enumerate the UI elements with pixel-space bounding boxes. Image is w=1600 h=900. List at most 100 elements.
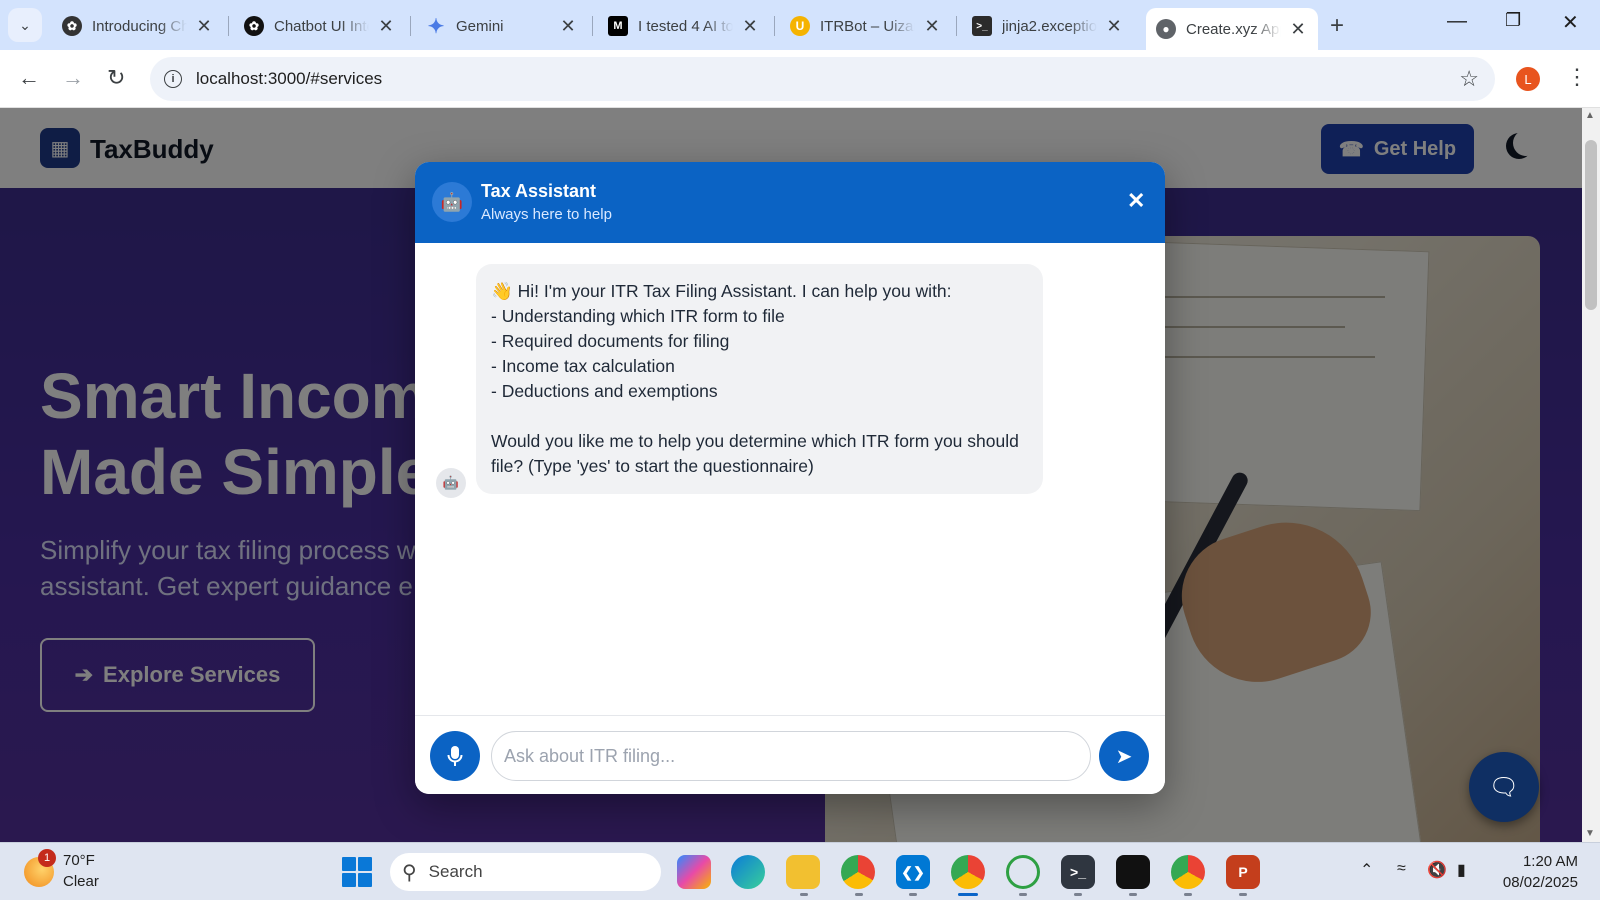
tab-divider [774,16,775,36]
uizard-icon: U [790,16,810,36]
speaker-muted-icon[interactable]: 🔇 [1427,860,1447,880]
bookmark-star-icon[interactable]: ☆ [1459,66,1479,92]
back-arrow-icon[interactable]: ← [18,65,40,91]
reload-icon[interactable]: ↻ [107,65,125,91]
battery-icon[interactable]: ▮ [1457,860,1466,880]
tab-title: Chatbot UI Interface [274,17,369,35]
running-indicator [855,893,863,896]
clock-time[interactable]: 1:20 AM [1493,853,1578,870]
terminal-icon: >_ [972,16,992,36]
page-scrollbar[interactable]: ▲ ▼ [1582,108,1600,842]
tab-search-button[interactable]: ⌄ [8,8,42,42]
loading-app-icon[interactable] [1006,855,1040,889]
more-menu-icon[interactable]: ⋮ [1566,64,1588,90]
close-window-icon[interactable]: ✕ [1562,10,1579,35]
tab-title: Gemini [456,17,504,35]
medium-icon: M [608,16,628,36]
new-tab-button[interactable]: + [1330,12,1344,40]
taskbar-search[interactable]: ⚲ Search [390,853,661,891]
url-text[interactable]: localhost:3000/#services [196,69,382,89]
tab-title: Introducing ChatGPT [92,17,187,35]
chrome-profile-l-icon[interactable] [951,855,985,889]
scroll-down-icon[interactable]: ▼ [1585,828,1595,839]
chat-title: Tax Assistant [481,181,597,201]
browser-toolbar: ← → ↻ i localhost:3000/#services ☆ L ⋮ [0,50,1600,108]
tab-chatbot-ui[interactable]: ✿ Chatbot UI Interface ✕ [234,8,406,44]
close-icon[interactable]: ✕ [922,16,942,37]
file-explorer-icon[interactable] [786,855,820,889]
tab-divider [410,16,411,36]
running-indicator [1074,893,1082,896]
restore-icon[interactable]: ❐ [1505,10,1521,31]
chevron-down-icon: ⌄ [19,16,31,33]
close-icon[interactable]: ✕ [740,16,760,37]
close-icon[interactable]: ✕ [376,16,396,37]
tab-title: ITRBot – Uizard [820,17,915,35]
tab-medium-article[interactable]: M I tested 4 AI tools ✕ [598,8,770,44]
tab-divider [956,16,957,36]
openai-icon: ✿ [62,16,82,36]
address-bar[interactable]: i localhost:3000/#services ☆ [150,57,1495,101]
chrome-profile-p-icon[interactable] [841,855,875,889]
tab-itrbot-uizard[interactable]: U ITRBot – Uizard ✕ [780,8,952,44]
tab-gemini[interactable]: ✦ Gemini ✕ [416,8,588,44]
tab-title: I tested 4 AI tools [638,17,733,35]
running-indicator [800,893,808,896]
tab-divider [228,16,229,36]
chat-input[interactable] [491,731,1091,781]
close-icon[interactable]: ✕ [194,16,214,37]
openai-icon: ✿ [244,16,264,36]
tab-create-xyz[interactable]: ● Create.xyz App ✕ [1146,8,1318,50]
tab-introducing-chatgpt[interactable]: ✿ Introducing ChatGPT ✕ [52,8,224,44]
chevron-up-icon[interactable]: ⌃ [1360,860,1373,880]
chat-input-row: ➤ [415,715,1165,794]
site-info-icon[interactable]: i [164,70,182,88]
active-indicator [958,893,978,896]
scroll-up-icon[interactable]: ▲ [1585,110,1595,121]
chrome-icon[interactable] [1171,855,1205,889]
forward-arrow-icon[interactable]: → [62,65,84,91]
tab-jinja2-exception[interactable]: >_ jinja2.exceptions ✕ [962,8,1134,44]
weather-temperature[interactable]: 70°F [63,852,95,869]
close-icon[interactable]: ✕ [1104,16,1124,37]
chat-toggle-button[interactable]: 🗨 [1469,752,1539,822]
edge-icon[interactable] [731,855,765,889]
globe-icon: ● [1156,19,1176,39]
robot-icon: 🤖 [432,182,472,222]
bot-message: 👋 Hi! I'm your ITR Tax Filing Assistant.… [476,264,1043,494]
wifi-icon[interactable]: ≈ [1397,860,1406,878]
search-icon: ⚲ [402,861,417,884]
weather-condition[interactable]: Clear [63,873,99,890]
running-indicator [1184,893,1192,896]
microphone-button[interactable] [430,731,480,781]
weather-badge: 1 [38,849,56,867]
chat-subtitle: Always here to help [481,206,612,223]
page-viewport: ▦ TaxBuddy ☎ Get Help Smart Income Made … [0,108,1582,842]
running-indicator [909,893,917,896]
running-indicator [1239,893,1247,896]
copilot-icon[interactable] [677,855,711,889]
command-prompt-icon[interactable] [1116,855,1150,889]
terminal-icon[interactable]: >_ [1061,855,1095,889]
microphone-icon [447,746,463,766]
tab-title: Create.xyz App [1186,20,1281,38]
gemini-icon: ✦ [427,15,445,38]
close-chat-icon[interactable]: ✕ [1127,188,1145,214]
profile-avatar[interactable]: L [1516,67,1540,91]
windows-start-icon[interactable] [342,857,372,887]
send-button[interactable]: ➤ [1099,731,1149,781]
browser-tab-strip: ⌄ ✿ Introducing ChatGPT ✕ ✿ Chatbot UI I… [0,0,1600,50]
tab-title: jinja2.exceptions [1002,17,1097,35]
vscode-icon[interactable]: ❮❯ [896,855,930,889]
minimize-icon[interactable]: — [1447,10,1467,33]
clock-date[interactable]: 08/02/2025 [1493,874,1578,891]
windows-taskbar: 1 70°F Clear ⚲ Search ❮❯ >_ P ⌃ ≈ 🔇 ▮ 1:… [0,842,1600,900]
close-icon[interactable]: ✕ [558,16,578,37]
close-icon[interactable]: ✕ [1288,19,1308,40]
chat-header: 🤖 Tax Assistant Always here to help ✕ [415,162,1165,243]
powerpoint-icon[interactable]: P [1226,855,1260,889]
running-indicator [1129,893,1137,896]
taskbar-search-label: Search [428,862,483,881]
scrollbar-thumb[interactable] [1585,140,1597,310]
paper-plane-icon: ➤ [1115,745,1133,768]
